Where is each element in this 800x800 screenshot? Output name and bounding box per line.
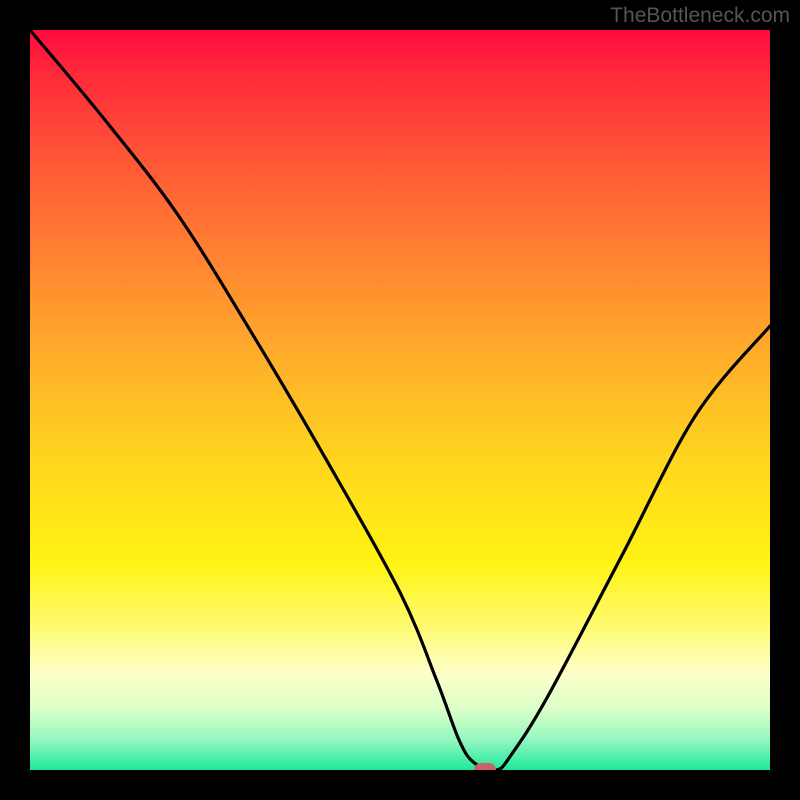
watermark-label: TheBottleneck.com bbox=[610, 4, 790, 28]
chart-curve bbox=[30, 30, 770, 770]
chart-plot-area bbox=[30, 30, 770, 770]
chart-marker bbox=[474, 763, 496, 770]
